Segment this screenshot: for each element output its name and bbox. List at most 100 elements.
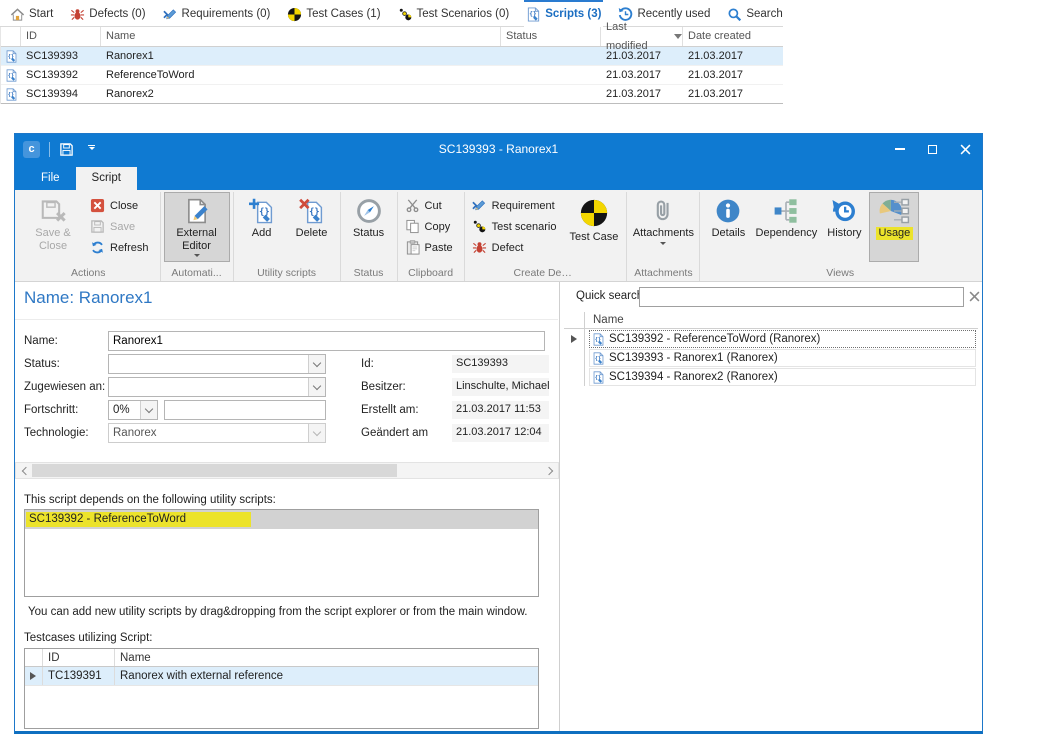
nav-tab-scripts[interactable]: Scripts (3) [524, 0, 603, 27]
quick-access-dropdown-icon[interactable] [88, 145, 95, 153]
id-value: SC139393 [452, 355, 549, 373]
home-icon [10, 7, 25, 22]
clear-search-icon[interactable] [969, 291, 980, 302]
header-name[interactable]: Name [115, 649, 538, 666]
assigned-combobox[interactable] [108, 377, 326, 397]
header-last-modified[interactable]: Last modified [601, 27, 683, 46]
attachments-button[interactable]: Attachments [630, 192, 696, 262]
group-label-actions: Actions [71, 266, 105, 281]
nav-tab-label: Test Scenarios (0) [417, 8, 510, 20]
table-row[interactable]: SC139392 ReferenceToWord 21.03.2017 21.0… [1, 66, 783, 85]
save-button[interactable]: Save [86, 216, 157, 237]
view-usage-button[interactable]: Usage [869, 192, 919, 262]
delete-utility-script-button[interactable]: Delete [287, 192, 337, 262]
save-and-close-button[interactable]: Save & Close [20, 192, 86, 262]
status-combobox[interactable] [108, 354, 326, 374]
nav-tab-test-cases[interactable]: Test Cases (1) [285, 0, 382, 27]
ribbon-group-actions: Save & Close Close Save Refresh [17, 192, 160, 281]
refresh-button[interactable]: Refresh [86, 237, 157, 258]
test-case-icon [287, 7, 302, 22]
header-status[interactable]: Status [501, 27, 601, 46]
external-editor-button[interactable]: External Editor [164, 192, 230, 262]
id-label: Id: [361, 354, 374, 374]
header-id[interactable]: ID [21, 27, 101, 46]
dialog-titlebar[interactable]: c SC139393 - Ranorex1 [15, 134, 982, 164]
usage-grid-header: Name [564, 312, 978, 329]
header-date-created[interactable]: Date created [683, 27, 781, 46]
ribbon-group-utility-scripts: Add Delete Utility scripts [233, 192, 340, 281]
nav-tab-search[interactable]: Search [725, 0, 784, 27]
save-icon [90, 219, 105, 234]
nav-tab-start[interactable]: Start [8, 0, 55, 27]
view-dependency-button[interactable]: Dependency [753, 192, 819, 262]
list-item[interactable]: SC139394 - Ranorex2 (Ranorex) [564, 367, 978, 386]
utility-scripts-listbox[interactable]: SC139392 - ReferenceToWord [24, 509, 539, 597]
nav-tab-label: Test Cases (1) [306, 8, 380, 20]
create-requirement-button[interactable]: Requirement [468, 195, 565, 216]
status-label: Status: [24, 354, 60, 374]
tab-file[interactable]: File [25, 167, 76, 190]
tab-script[interactable]: Script [76, 167, 137, 190]
nav-tab-requirements[interactable]: Requirements (0) [161, 0, 273, 27]
history-icon [831, 198, 857, 224]
ribbon-group-create-dependent: Requirement Test scenario Defect Test Ca… [464, 192, 627, 281]
nav-tab-test-scenarios[interactable]: Test Scenarios (0) [396, 0, 512, 27]
progress-label: Fortschritt: [24, 400, 78, 420]
app-icon[interactable]: c [23, 141, 40, 158]
details-pane: Name: Ranorex1 Name: Status: Id: SC13939… [15, 282, 560, 731]
maximize-button[interactable] [916, 134, 949, 164]
table-row[interactable]: TC139391 Ranorex with external reference [25, 667, 538, 686]
usage-scripts-grid: Name SC139392 - ReferenceToWord (Ranorex… [564, 312, 978, 386]
chevron-down-icon [308, 424, 325, 442]
chevron-down-icon[interactable] [308, 378, 325, 396]
header-name[interactable]: Name [585, 312, 624, 328]
chevron-down-icon[interactable] [308, 355, 325, 373]
scroll-right-button[interactable] [542, 463, 558, 478]
created-label: Erstellt am: [361, 400, 419, 420]
group-label-automation: Automati... [171, 266, 221, 281]
scroll-left-button[interactable] [16, 463, 32, 478]
header-name[interactable]: Name [101, 27, 501, 46]
chevron-down-icon[interactable] [140, 401, 157, 419]
close-button[interactable] [949, 134, 982, 164]
testcases-table: ID Name TC139391 Ranorex with external r… [24, 648, 539, 729]
list-item[interactable]: SC139392 - ReferenceToWord (Ranorex) [564, 329, 978, 348]
cut-button[interactable]: Cut [401, 195, 461, 216]
script-icon [5, 69, 18, 82]
nav-tab-defects[interactable]: Defects (0) [68, 0, 147, 27]
horizontal-scrollbar[interactable] [15, 462, 559, 479]
progress-combobox[interactable]: 0% [108, 400, 158, 420]
technology-label: Technologie: [24, 423, 89, 443]
technology-combobox[interactable]: Ranorex [108, 423, 326, 443]
quick-save-icon[interactable] [59, 142, 74, 157]
copy-button[interactable]: Copy [401, 216, 461, 237]
view-details-button[interactable]: Details [703, 192, 753, 262]
ribbon: Save & Close Close Save Refresh [15, 190, 982, 282]
list-item[interactable]: SC139393 - Ranorex1 (Ranorex) [564, 348, 978, 367]
test-scenario-icon [398, 7, 413, 22]
minimize-button[interactable] [883, 134, 916, 164]
table-row[interactable]: SC139393 Ranorex1 21.03.2017 21.03.2017 [1, 47, 783, 66]
script-icon [526, 7, 541, 22]
progress-text-input[interactable] [164, 400, 326, 420]
list-item[interactable]: SC139392 - ReferenceToWord [25, 510, 538, 529]
script-icon [5, 50, 18, 63]
status-button[interactable]: Status [344, 192, 394, 262]
table-row[interactable]: SC139394 Ranorex2 21.03.2017 21.03.2017 [1, 85, 783, 104]
external-editor-icon [184, 198, 210, 224]
heading-divider [15, 319, 558, 320]
close-script-button[interactable]: Close [86, 195, 157, 216]
create-defect-button[interactable]: Defect [468, 237, 565, 258]
create-test-scenario-button[interactable]: Test scenario [468, 216, 565, 237]
add-utility-script-button[interactable]: Add [237, 192, 287, 262]
name-input[interactable] [108, 331, 545, 351]
scrollbar-thumb[interactable] [32, 464, 397, 477]
ribbon-group-clipboard: Cut Copy Paste Clipboard [397, 192, 464, 281]
create-test-case-button[interactable]: Test Case [564, 192, 623, 262]
paste-button[interactable]: Paste [401, 237, 461, 258]
nav-tab-label: Search [746, 8, 782, 20]
view-history-button[interactable]: History [819, 192, 869, 262]
header-id[interactable]: ID [43, 649, 115, 666]
add-script-icon [249, 198, 275, 224]
quick-search-input[interactable] [639, 287, 964, 307]
